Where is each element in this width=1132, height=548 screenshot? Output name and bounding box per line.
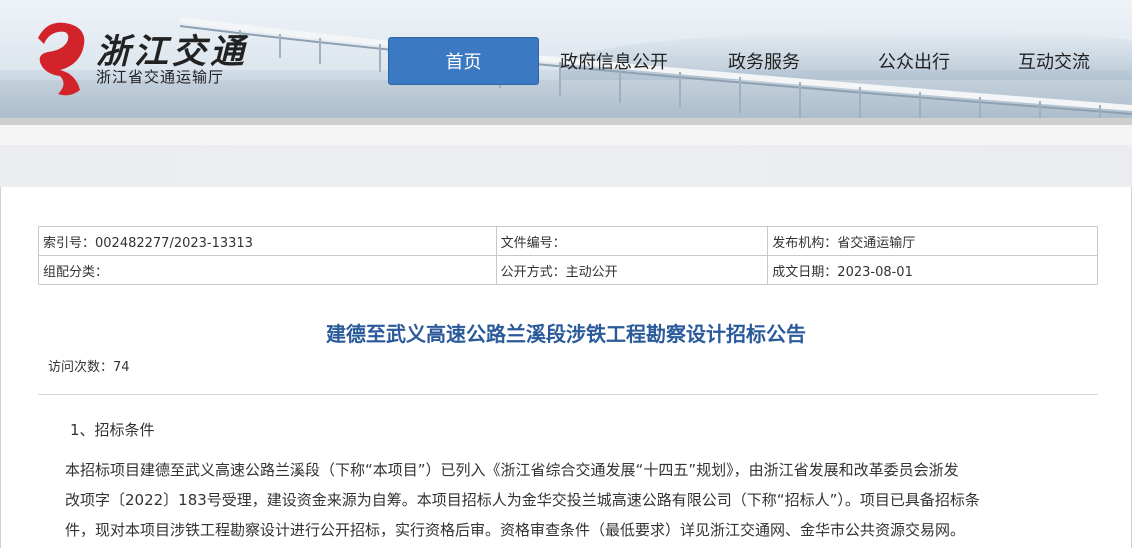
visit-count: 访问次数：74 <box>48 360 130 375</box>
nav-item-gov-info[interactable]: 政府信息公开 <box>539 37 689 85</box>
document-date: 成文日期：2023-08-01 <box>767 255 1098 285</box>
paragraph-line: 件，现对本项目涉铁工程勘察设计进行公开招标，实行资格后审。资格审查条件（最低要求… <box>65 521 966 539</box>
document-number: 文件编号： <box>495 226 769 256</box>
category: 组配分类： <box>38 255 497 285</box>
nav-item-public-travel[interactable]: 公众出行 <box>839 37 989 85</box>
site-logo[interactable]: 浙江交通 浙江省交通运输厅 <box>30 18 250 100</box>
info-row: 组配分类： 公开方式：主动公开 成文日期：2023-08-01 <box>38 255 1098 285</box>
nav-item-interaction[interactable]: 互动交流 <box>989 37 1119 85</box>
logo-subtitle: 浙江省交通运输厅 <box>96 68 225 86</box>
article-paragraph: 本招标项目建德至武义高速公路兰溪段（下称“本项目”）已列入《浙江省综合交通发展“… <box>65 455 1065 545</box>
paragraph-line: 本招标项目建德至武义高速公路兰溪段（下称“本项目”）已列入《浙江省综合交通发展“… <box>65 461 959 479</box>
gray-band-secondary <box>0 145 1132 187</box>
logo-mark-icon <box>38 22 85 96</box>
article-title: 建德至武义高速公路兰溪段涉铁工程勘察设计招标公告 <box>326 322 806 346</box>
document-info-table: 索引号：002482277/2023-13313 文件编号： 发布机构：省交通运… <box>38 226 1098 285</box>
gray-band <box>0 125 1132 145</box>
nav-item-home[interactable]: 首页 <box>388 37 539 85</box>
banner-bottom-strip <box>0 118 1132 125</box>
info-row: 索引号：002482277/2023-13313 文件编号： 发布机构：省交通运… <box>38 226 1098 256</box>
main-nav: 首页 政府信息公开 政务服务 公众出行 互动交流 <box>388 37 1119 85</box>
index-number: 索引号：002482277/2023-13313 <box>38 226 497 256</box>
paragraph-line: 改项字〔2022〕183号受理，建设资金来源为自筹。本项目招标人为金华交投兰城高… <box>65 491 980 509</box>
divider <box>38 394 1098 395</box>
open-mode: 公开方式：主动公开 <box>495 255 769 285</box>
nav-item-gov-services[interactable]: 政务服务 <box>689 37 839 85</box>
section-heading: 1、招标条件 <box>70 421 155 439</box>
publisher: 发布机构：省交通运输厅 <box>767 226 1098 256</box>
header-banner: 浙江交通 浙江省交通运输厅 首页 政府信息公开 政务服务 公众出行 互动交流 <box>0 0 1132 125</box>
